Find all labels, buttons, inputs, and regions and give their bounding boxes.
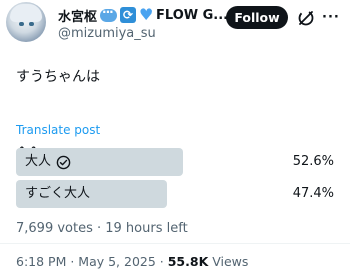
- grok-icon[interactable]: [296, 8, 316, 28]
- poll-option-2-label-wrap: すごく大人: [25, 180, 90, 208]
- translate-post-link[interactable]: Translate post: [16, 123, 100, 137]
- author-handle[interactable]: @mizumiya_su: [58, 26, 156, 41]
- views-label: Views: [208, 254, 249, 269]
- views-count: 55.8K: [167, 254, 209, 269]
- repeat-emoji-icon: ⟳: [120, 7, 137, 23]
- author-display-name[interactable]: 水宮枢: [58, 6, 97, 25]
- poll-option-1[interactable]: 大人 52.6%: [16, 148, 334, 176]
- post-timestamp[interactable]: 6:18 PM · May 5, 2025 · 55.8K Views: [16, 254, 248, 269]
- poll-option-1-percent: 52.6%: [292, 154, 334, 169]
- author-name-row[interactable]: 水宮枢 ⟳ ♥ FLOW G...: [58, 5, 228, 25]
- poll-option-1-label: 大人: [25, 154, 52, 169]
- post-header: 水宮枢 ⟳ ♥ FLOW G... @mizumiya_su Follow ··…: [0, 0, 350, 44]
- avatar[interactable]: [6, 2, 46, 42]
- poll-meta: 7,699 votes · 19 hours left: [16, 221, 188, 236]
- timestamp-text: 6:18 PM · May 5, 2025 ·: [16, 254, 168, 269]
- poll-option-2-percent: 47.4%: [292, 186, 334, 201]
- divider: [0, 243, 350, 244]
- more-options-icon[interactable]: ···: [322, 8, 344, 28]
- avatar-eye: [19, 22, 24, 26]
- poll-option-2-label: すごく大人: [25, 186, 91, 201]
- check-circle-icon: [56, 155, 71, 169]
- poll-option-2[interactable]: すごく大人 47.4%: [16, 180, 334, 208]
- poll-option-1-label-wrap: 大人: [25, 148, 71, 176]
- speech-bubble-emoji-icon: [100, 5, 118, 22]
- blue-heart-emoji-icon: ♥: [139, 5, 154, 24]
- avatar-eye: [29, 22, 34, 26]
- author-name-suffix: FLOW G...: [156, 7, 229, 23]
- follow-button[interactable]: Follow: [226, 6, 288, 29]
- avatar-hair: [10, 4, 42, 22]
